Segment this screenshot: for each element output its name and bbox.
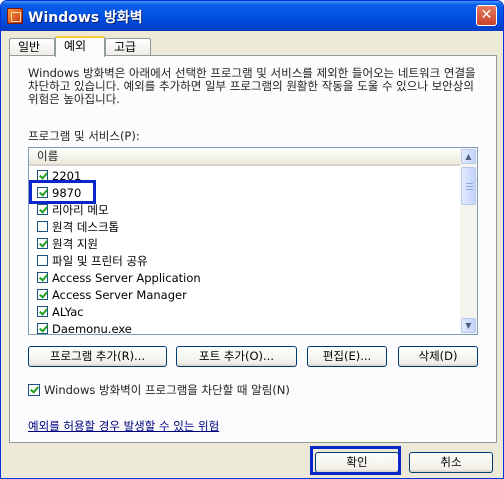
- list-scrollbar[interactable]: ▲ ▼: [460, 148, 477, 334]
- thumb-grip: [466, 186, 473, 187]
- item-label: 원격 데스크톱: [52, 219, 120, 234]
- title-bar[interactable]: Windows 방화벽 ✕: [1, 1, 503, 31]
- thumb-grip: [466, 183, 473, 184]
- list-item[interactable]: Access Server Application: [29, 269, 461, 286]
- notify-checkbox[interactable]: [28, 384, 40, 396]
- highlight-box-ok: [310, 446, 401, 475]
- item-label: Access Server Manager: [52, 287, 187, 302]
- list-item[interactable]: 원격 지원: [29, 235, 461, 252]
- close-button[interactable]: ✕: [476, 5, 497, 26]
- list-item[interactable]: 원격 데스크톱: [29, 218, 461, 235]
- list-item[interactable]: Daemonu.exe: [29, 320, 461, 335]
- programs-listview[interactable]: 이름 2201 9870 리아리 메모 원격 데스크톱 원격 지원 파일 및 프린터 공유…: [28, 147, 478, 335]
- firewall-icon: [7, 8, 23, 24]
- add-port-button[interactable]: 포트 추가(O)...: [176, 346, 297, 367]
- list-item[interactable]: 파일 및 프린터 공유: [29, 252, 461, 269]
- item-checkbox[interactable]: [37, 272, 48, 283]
- highlight-box-9870: [29, 180, 96, 204]
- name-column-header[interactable]: 이름: [29, 148, 461, 166]
- item-label: 원격 지원: [52, 236, 98, 251]
- item-checkbox[interactable]: [37, 204, 48, 215]
- item-checkbox[interactable]: [37, 306, 48, 317]
- tab-general[interactable]: 일반: [9, 38, 55, 56]
- add-program-button[interactable]: 프로그램 추가(R)...: [28, 346, 167, 367]
- item-label: Access Server Application: [52, 270, 201, 285]
- list-item[interactable]: ALYac: [29, 303, 461, 320]
- tab-exceptions[interactable]: 예외: [55, 36, 105, 57]
- cancel-button[interactable]: 취소: [409, 452, 493, 473]
- programs-list-label: 프로그램 및 서비스(P):: [28, 129, 140, 143]
- window-title: Windows 방화벽: [28, 10, 143, 26]
- delete-button[interactable]: 삭제(D): [398, 346, 478, 367]
- exceptions-panel: Windows 방화벽은 아래에서 선택한 프로그램 및 서비스를 제외한 들어…: [9, 55, 497, 443]
- item-label: 파일 및 프린터 공유: [52, 253, 148, 268]
- notify-option[interactable]: Windows 방화벽이 프로그램을 차단할 때 알림(N): [28, 382, 290, 398]
- list-item[interactable]: Access Server Manager: [29, 286, 461, 303]
- notify-label: Windows 방화벽이 프로그램을 차단할 때 알림(N): [44, 383, 290, 397]
- firewall-dialog: Windows 방화벽 ✕ 일반 예외 고급 Windows 방화벽은 아래에서…: [0, 0, 504, 479]
- edit-button[interactable]: 편집(E)...: [307, 346, 387, 367]
- item-label: ALYac: [52, 304, 84, 319]
- item-checkbox[interactable]: [37, 323, 48, 334]
- scroll-up-button[interactable]: ▲: [461, 149, 476, 164]
- thumb-grip: [466, 189, 473, 190]
- item-checkbox[interactable]: [37, 255, 48, 266]
- scroll-thumb[interactable]: [461, 167, 476, 205]
- item-checkbox[interactable]: [37, 289, 48, 300]
- item-checkbox[interactable]: [37, 238, 48, 249]
- risk-link[interactable]: 예외를 허용할 경우 발생할 수 있는 위험: [28, 418, 219, 434]
- exceptions-description: Windows 방화벽은 아래에서 선택한 프로그램 및 서비스를 제외한 들어…: [28, 66, 476, 106]
- scroll-down-button[interactable]: ▼: [461, 318, 476, 333]
- item-checkbox[interactable]: [37, 221, 48, 232]
- tab-advanced[interactable]: 고급: [105, 38, 151, 56]
- item-label: Daemonu.exe: [52, 321, 132, 335]
